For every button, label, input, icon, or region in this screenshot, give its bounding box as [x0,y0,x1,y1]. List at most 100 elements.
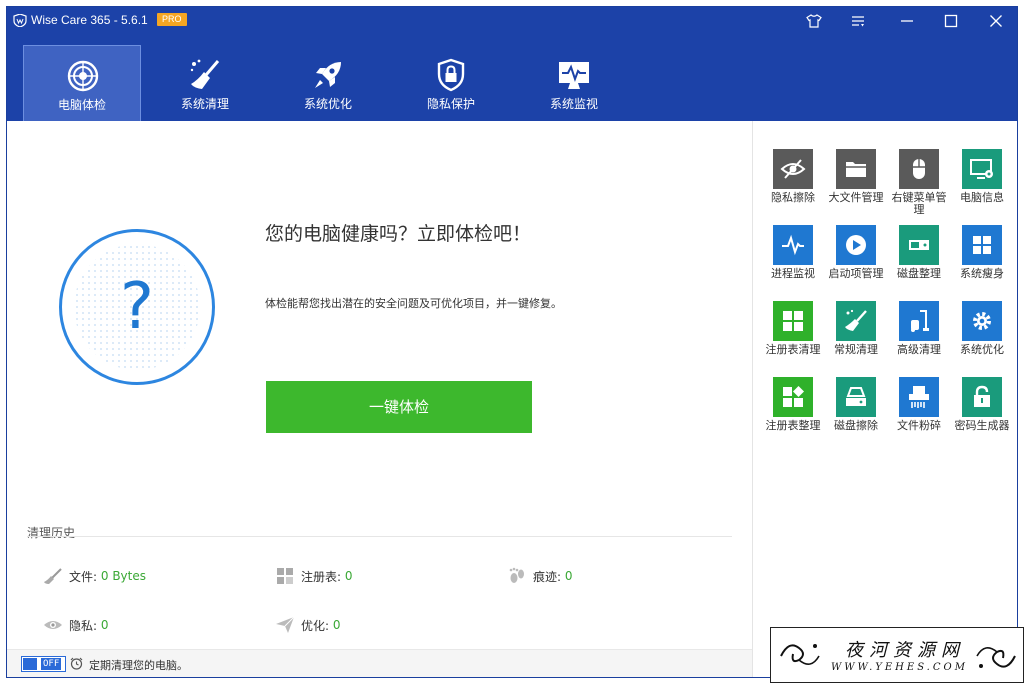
menu-icon [852,16,864,27]
tool-system-slimming[interactable]: 系统瘦身 [953,225,1011,280]
tool-icon-box [773,149,813,189]
registry-icon [277,568,293,584]
tool-icon-box [773,225,813,265]
ornament-icon [976,647,1016,668]
tool-password-generator[interactable]: 密码生成器 [953,377,1011,432]
auto-clean-toggle[interactable]: OFF [21,656,66,672]
tool-label: 系统优化 [960,343,1004,356]
tool-icon-box [836,301,876,341]
history-optimize: 优化: 0 [275,615,341,635]
toggle-text: OFF [41,658,62,670]
tool-pc-info[interactable]: 电脑信息 [953,149,1011,204]
tool-icon-box [899,225,939,265]
play-icon [846,235,866,255]
history-value: 0 [100,618,109,632]
tab-health-check[interactable]: 电脑体检 [23,45,141,121]
tab-label: 系统清理 [180,97,229,111]
tool-label: 文件粉碎 [897,419,941,432]
maximize-icon [944,14,958,28]
history-value: 0 [332,618,341,632]
tool-disk-defrag[interactable]: 磁盘整理 [890,225,948,280]
tool-context-menu[interactable]: 右键菜单管理 [890,149,948,216]
tool-system-tuneup[interactable]: 系统优化 [953,301,1011,356]
shield-lock-icon [437,58,465,92]
registry-defrag-icon [783,386,804,407]
tool-label: 右键菜单管理 [891,191,947,216]
tool-disk-eraser[interactable]: 磁盘擦除 [827,377,885,432]
tool-label: 隐私擦除 [771,191,815,204]
tool-label: 电脑信息 [960,191,1004,204]
tab-label: 系统监视 [549,97,598,111]
tab-system-clean[interactable]: 系统清理 [146,45,264,121]
monitor-pulse-icon [559,62,589,89]
tool-advanced-cleaner[interactable]: 高级清理 [890,301,948,356]
close-button[interactable] [981,10,1011,32]
padlock-icon [974,385,990,407]
vacuum-icon [911,310,929,332]
history-label: 隐私: [69,618,98,633]
radar-icon [67,60,99,92]
tool-common-cleaner[interactable]: 常规清理 [827,301,885,356]
health-status-circle: ? [59,229,215,385]
history-registry: 注册表: 0 [275,566,353,586]
history-value: 0 Bytes [100,569,146,583]
maximize-button[interactable] [936,10,966,32]
tool-label: 注册表清理 [765,343,821,356]
pc-info-icon [970,159,993,179]
tool-icon-box [836,377,876,417]
tool-large-files[interactable]: 大文件管理 [827,149,885,204]
history-label: 注册表: [301,569,342,584]
tab-privacy[interactable]: 隐私保护 [392,45,510,121]
history-privacy: 隐私: 0 [43,615,109,635]
footprints-icon [509,567,524,583]
history-traces: 痕迹: 0 [507,566,573,586]
registry-grid-icon [783,311,803,331]
minimize-button[interactable] [892,10,922,32]
tool-label: 系统瘦身 [960,267,1004,280]
tool-file-shredder[interactable]: 文件粉碎 [890,377,948,432]
history-divider [27,536,732,537]
skin-button[interactable] [799,10,829,32]
question-mark-icon: ? [120,270,154,344]
app-window: Wise Care 365 - 5.6.1 PRO 电脑体检 系统清理 系统优化… [6,6,1018,678]
eye-slash-icon [780,159,806,179]
tool-privacy-eraser[interactable]: 隐私擦除 [764,149,822,204]
tool-icon-box [962,225,1002,265]
tool-label: 密码生成器 [954,419,1010,432]
footer-text: 定期清理您的电脑。 [89,659,188,672]
tab-label: 隐私保护 [426,97,475,111]
broom-icon [845,309,867,331]
history-files: 文件: 0 Bytes [43,566,146,586]
paper-plane-icon [276,616,295,633]
tool-process-monitor[interactable]: 进程监视 [764,225,822,280]
tool-registry-cleaner[interactable]: 注册表清理 [764,301,822,356]
folder-icon [846,162,866,177]
tab-system-monitor[interactable]: 系统监视 [515,45,633,121]
history-value: 0 [344,569,353,583]
ornament-icon [780,644,820,665]
title-row: Wise Care 365 - 5.6.1 PRO [7,7,1017,35]
tool-icon-box [836,225,876,265]
tool-icon-box [899,149,939,189]
tab-system-optimize[interactable]: 系统优化 [269,45,387,121]
tool-icon-box [899,377,939,417]
menu-button[interactable] [843,10,873,32]
tool-icon-box [773,301,813,341]
tool-label: 大文件管理 [828,191,884,204]
pulse-icon [782,234,804,256]
tool-label: 进程监视 [771,267,815,280]
tshirt-icon [806,14,822,28]
tab-label: 系统优化 [303,97,352,111]
main-panel: ? 您的电脑健康吗？立即体检吧！ 体检能帮您找出潜在的安全问题及可优化项目，并一… [7,121,752,649]
tool-startup-manager[interactable]: 启动项管理 [827,225,885,280]
brush-icon [44,568,62,584]
one-click-check-button[interactable]: 一键体检 [266,381,532,433]
tool-label: 磁盘擦除 [834,419,878,432]
minimize-icon [901,20,913,22]
history-value: 0 [564,569,573,583]
watermark: 夜河资源网 WWW.YEHES.COM [770,627,1024,683]
history-title: 清理历史 [27,526,76,540]
tool-registry-defrag[interactable]: 注册表整理 [764,377,822,432]
tool-label: 磁盘整理 [897,267,941,280]
history-label: 文件: [69,569,98,584]
